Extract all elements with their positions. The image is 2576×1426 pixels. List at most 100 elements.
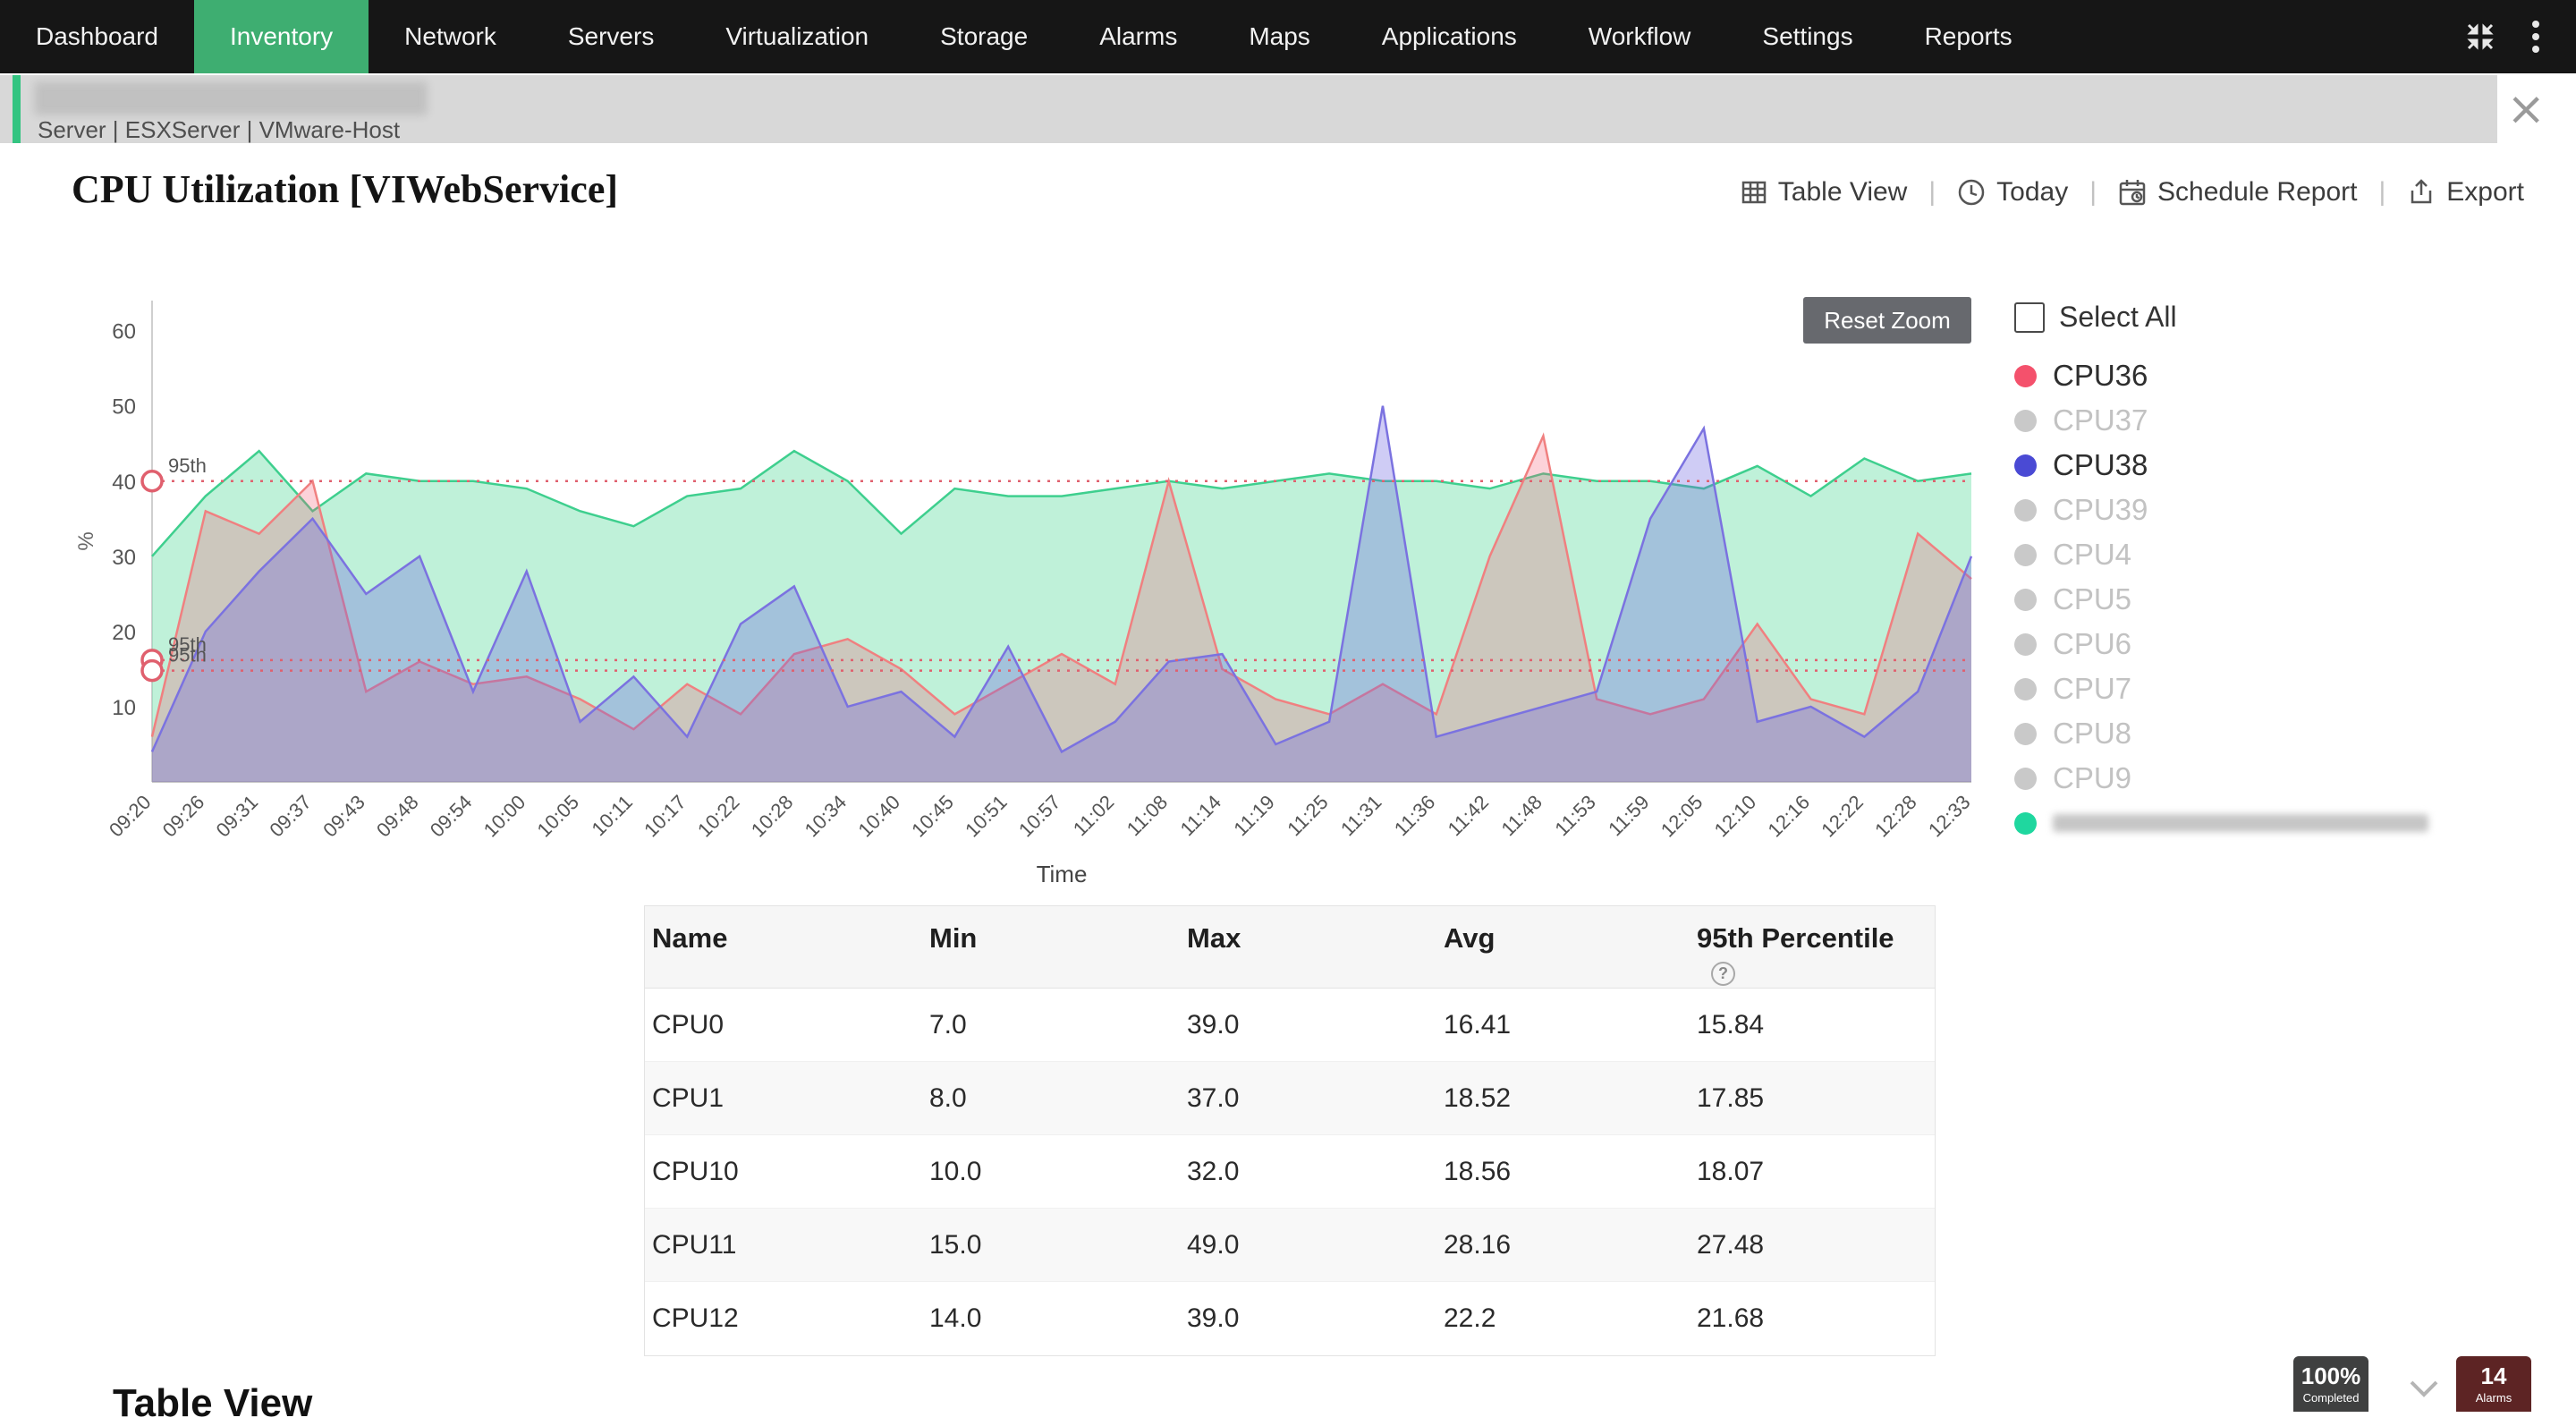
nav-item-storage[interactable]: Storage <box>904 0 1063 73</box>
table-row-cpu11: CPU1115.049.028.1627.48 <box>645 1209 1935 1282</box>
legend-items: CPU36CPU37 CPU38 CPU39CPU4 CPU5 CPU6CPU7CPU8… <box>2014 353 2569 845</box>
export-label: Export <box>2446 177 2524 208</box>
cell-95th-percentile: 17.85 <box>1697 1083 1935 1114</box>
nav-item-virtualization[interactable]: Virtualization <box>690 0 904 73</box>
percentile-marker <box>142 471 162 491</box>
collapse-icon[interactable] <box>2465 21 2496 52</box>
nav-item-dashboard[interactable]: Dashboard <box>0 0 194 73</box>
cell-95th-percentile: 15.84 <box>1697 1010 1935 1040</box>
schedule-report-button[interactable]: Schedule Report <box>2118 177 2357 208</box>
utilization-area-chart[interactable]: 102030405060%95th95th95th09:2009:2609:31… <box>72 283 2004 904</box>
legend-color-dot <box>2014 410 2037 432</box>
nav-item-inventory[interactable]: Inventory <box>194 0 369 73</box>
progress-value: 100% <box>2301 1364 2361 1388</box>
svg-text:10:00: 10:00 <box>479 791 530 842</box>
select-all-checkbox[interactable] <box>2014 302 2045 333</box>
legend-item-blurred[interactable] <box>2014 801 2569 845</box>
svg-text:50: 50 <box>112 395 136 420</box>
cell-name: CPU12 <box>652 1303 929 1334</box>
svg-text:11:42: 11:42 <box>1444 791 1493 840</box>
legend-item-cpu37[interactable]: CPU37 <box>2014 398 2569 443</box>
svg-text:10:40: 10:40 <box>853 791 904 842</box>
time-range-today-button[interactable]: Today <box>1957 177 2068 208</box>
help-icon[interactable]: ? <box>1711 962 1735 986</box>
nav-item-settings[interactable]: Settings <box>1726 0 1888 73</box>
export-icon <box>2407 178 2436 207</box>
svg-text:11:48: 11:48 <box>1496 791 1546 840</box>
legend-color-dot <box>2014 723 2037 745</box>
x-axis-labels: 09:2009:2609:3109:3709:4309:4809:5410:00… <box>105 791 1975 842</box>
svg-text:09:26: 09:26 <box>158 791 209 842</box>
svg-text:09:20: 09:20 <box>105 791 156 842</box>
legend-label: CPU5 <box>2053 582 2131 616</box>
cell-name: CPU1 <box>652 1083 929 1114</box>
top-navigation-bar: DashboardInventoryNetworkServersVirtuali… <box>0 0 2576 73</box>
cpu-utilization-chart[interactable]: 102030405060%95th95th95th09:2009:2609:31… <box>72 283 2004 904</box>
legend-item-cpu6[interactable]: CPU6 <box>2014 622 2569 666</box>
cell-avg: 18.56 <box>1444 1157 1697 1187</box>
legend-item-cpu38[interactable]: CPU38 <box>2014 443 2569 488</box>
legend-color-dot <box>2014 365 2037 387</box>
cpu-stats-table: NameMinMaxAvg95th Percentile? CPU07.039.… <box>644 905 1936 1356</box>
page-title: CPU Utilization [VIWebService] <box>72 166 618 212</box>
nav-item-servers[interactable]: Servers <box>532 0 690 73</box>
table-view-section-title: Table View <box>113 1381 312 1426</box>
close-icon[interactable]: × <box>2506 86 2546 132</box>
svg-text:%: % <box>74 531 98 550</box>
svg-text:12:28: 12:28 <box>1870 791 1921 842</box>
table-header-min: Min <box>929 922 1187 955</box>
legend-item-cpu39[interactable]: CPU39 <box>2014 488 2569 532</box>
svg-text:09:37: 09:37 <box>265 791 316 842</box>
legend-item-cpu4[interactable]: CPU4 <box>2014 532 2569 577</box>
schedule-report-label: Schedule Report <box>2157 177 2357 208</box>
table-header-row: NameMinMaxAvg95th Percentile? <box>645 906 1935 989</box>
select-all-control[interactable]: Select All <box>2014 301 2569 334</box>
table-view-label: Table View <box>1778 177 1908 208</box>
svg-text:11:14: 11:14 <box>1176 791 1225 840</box>
cell-max: 39.0 <box>1187 1303 1444 1334</box>
breadcrumb-bar: Server | ESXServer | VMware-Host <box>0 75 2497 143</box>
svg-text:11:08: 11:08 <box>1123 791 1172 840</box>
chevron-down-icon[interactable] <box>2408 1379 2440 1403</box>
legend-color-dot <box>2014 633 2037 656</box>
cell-max: 37.0 <box>1187 1083 1444 1114</box>
cell-95th-percentile: 21.68 <box>1697 1303 1935 1334</box>
svg-text:12:16: 12:16 <box>1763 791 1814 842</box>
svg-text:11:31: 11:31 <box>1336 791 1385 840</box>
legend-item-cpu36[interactable]: CPU36 <box>2014 353 2569 398</box>
table-row-cpu12: CPU1214.039.022.221.68 <box>645 1282 1935 1355</box>
svg-text:11:53: 11:53 <box>1550 791 1599 840</box>
svg-text:10:17: 10:17 <box>640 791 691 842</box>
svg-text:11:36: 11:36 <box>1390 791 1439 840</box>
alarms-badge[interactable]: 14 Alarms <box>2456 1356 2531 1412</box>
svg-text:12:33: 12:33 <box>1924 791 1975 842</box>
nav-item-applications[interactable]: Applications <box>1346 0 1553 73</box>
cell-name: CPU10 <box>652 1157 929 1187</box>
legend-item-cpu9[interactable]: CPU9 <box>2014 756 2569 801</box>
legend-color-dot <box>2014 768 2037 790</box>
legend-item-cpu8[interactable]: CPU8 <box>2014 711 2569 756</box>
legend-item-cpu5[interactable]: CPU5 <box>2014 577 2569 622</box>
table-row-cpu0: CPU07.039.016.4115.84 <box>645 989 1935 1062</box>
export-button[interactable]: Export <box>2407 177 2524 208</box>
legend-label: CPU38 <box>2053 448 2148 482</box>
kebab-menu-icon[interactable] <box>2531 19 2540 55</box>
legend-color-dot <box>2014 589 2037 611</box>
cell-max: 49.0 <box>1187 1230 1444 1260</box>
nav-item-reports[interactable]: Reports <box>1889 0 2048 73</box>
x-axis-title: Time <box>1037 861 1088 887</box>
reset-zoom-button[interactable]: Reset Zoom <box>1803 297 1971 344</box>
nav-item-maps[interactable]: Maps <box>1213 0 1345 73</box>
nav-item-network[interactable]: Network <box>369 0 532 73</box>
calendar-icon <box>2118 178 2147 207</box>
nav-item-alarms[interactable]: Alarms <box>1063 0 1213 73</box>
select-all-label: Select All <box>2059 301 2177 334</box>
table-view-button[interactable]: Table View <box>1741 177 1908 208</box>
svg-text:40: 40 <box>112 471 136 495</box>
nav-item-workflow[interactable]: Workflow <box>1553 0 1727 73</box>
svg-text:95th: 95th <box>168 644 207 666</box>
cell-min: 14.0 <box>929 1303 1187 1334</box>
progress-badge[interactable]: 100% Completed <box>2293 1356 2368 1412</box>
chart-legend: Select All CPU36CPU37CPU38CPU39CPU4CPU5C… <box>2014 301 2569 845</box>
legend-item-cpu7[interactable]: CPU7 <box>2014 666 2569 711</box>
